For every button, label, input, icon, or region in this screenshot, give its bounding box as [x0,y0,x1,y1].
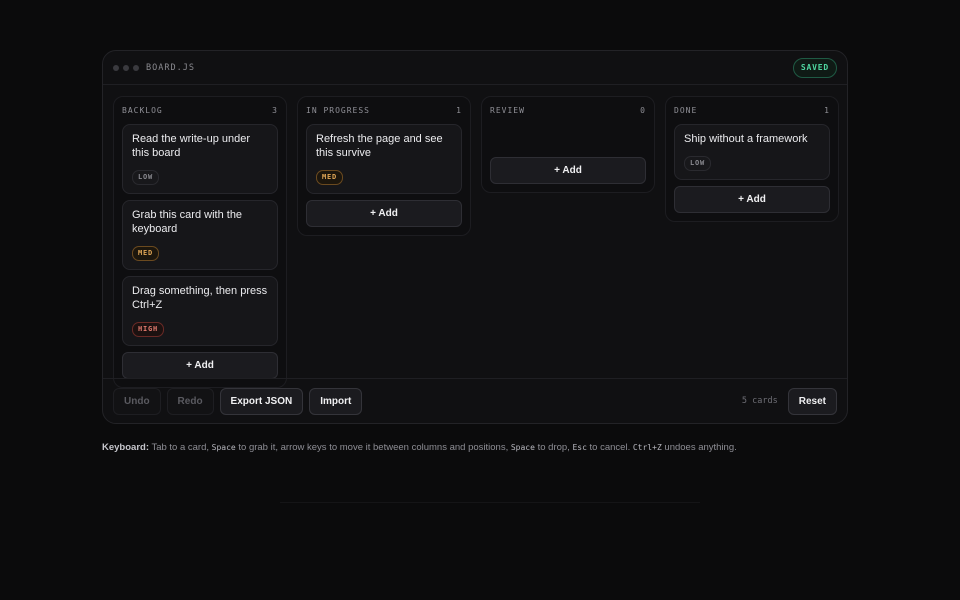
card[interactable]: Refresh the page and see this survive ME… [306,124,462,194]
card-title: Drag something, then press Ctrl+Z [132,285,268,311]
app-title: BOARD.JS [146,62,195,73]
window-dots [113,64,139,71]
empty-drop-zone[interactable] [490,124,646,154]
column-header: IN PROGRESS 1 [306,97,462,124]
column-title: BACKLOG [122,106,163,115]
help-text: undoes anything. [661,442,737,453]
key-hint: Esc [572,443,587,452]
keyboard-help-text: Keyboard: Tab to a card, Space to grab i… [102,441,862,455]
card-title: Refresh the page and see this survive [316,133,443,159]
saved-status-badge: SAVED [792,58,837,78]
window-dot-icon [133,64,139,71]
help-text: to cancel. [586,442,633,453]
card[interactable]: Drag something, then press Ctrl+Z HIGH [122,276,278,346]
column-title: REVIEW [490,106,525,115]
card-count: 5 cards [741,396,778,406]
column-count: 1 [824,106,830,115]
reset-button[interactable]: Reset [787,387,837,415]
help-text: Tab to a card, [148,442,212,453]
export-json-button[interactable]: Export JSON [219,387,304,415]
column-title: IN PROGRESS [306,106,370,115]
toolbar-footer: Undo Redo Export JSON Import 5 cards Res… [103,378,847,423]
title-bar: BOARD.JS SAVED [103,51,847,85]
add-card-button[interactable]: + Add [306,200,462,227]
key-hint: Ctrl+Z [632,443,662,452]
undo-button[interactable]: Undo [113,387,161,415]
help-label: Keyboard: [102,442,149,453]
column-count: 3 [272,106,278,115]
column-done: DONE 1 Ship without a framework LOW + Ad… [665,96,839,222]
priority-badge: MED [132,246,160,261]
column-count: 0 [640,106,646,115]
priority-badge: HIGH [132,322,165,337]
add-card-button[interactable]: + Add [490,157,646,184]
column-in-progress: IN PROGRESS 1 Refresh the page and see t… [297,96,471,236]
card[interactable]: Ship without a framework LOW [674,124,830,180]
column-backlog: BACKLOG 3 Read the write-up under this b… [113,96,287,388]
import-button[interactable]: Import [309,387,363,415]
board-app: BOARD.JS SAVED BACKLOG 3 Read the write-… [102,50,848,424]
window-dot-icon [113,64,119,71]
column-header: DONE 1 [674,97,830,124]
card[interactable]: Grab this card with the keyboard MED [122,200,278,270]
kanban-board: BACKLOG 3 Read the write-up under this b… [113,96,839,388]
priority-badge: MED [316,170,344,185]
card-title: Ship without a framework [684,133,808,145]
column-title: DONE [674,106,698,115]
key-hint: Space [510,443,535,452]
window-dot-icon [123,64,129,71]
column-review: REVIEW 0 + Add [481,96,655,193]
column-header: REVIEW 0 [490,97,646,124]
card-title: Read the write-up under this board [132,133,251,159]
card-title: Grab this card with the keyboard [132,209,243,235]
redo-button[interactable]: Redo [166,387,214,415]
key-hint: Space [211,443,236,452]
column-header: BACKLOG 3 [122,97,278,124]
card[interactable]: Read the write-up under this board LOW [122,124,278,194]
help-text: to drop, [534,442,573,453]
column-count: 1 [456,106,462,115]
help-text: to grab it, arrow keys to move it betwee… [235,442,511,453]
add-card-button[interactable]: + Add [674,186,830,213]
priority-badge: LOW [684,156,712,171]
divider [280,502,700,503]
add-card-button[interactable]: + Add [122,352,278,379]
priority-badge: LOW [132,170,160,185]
